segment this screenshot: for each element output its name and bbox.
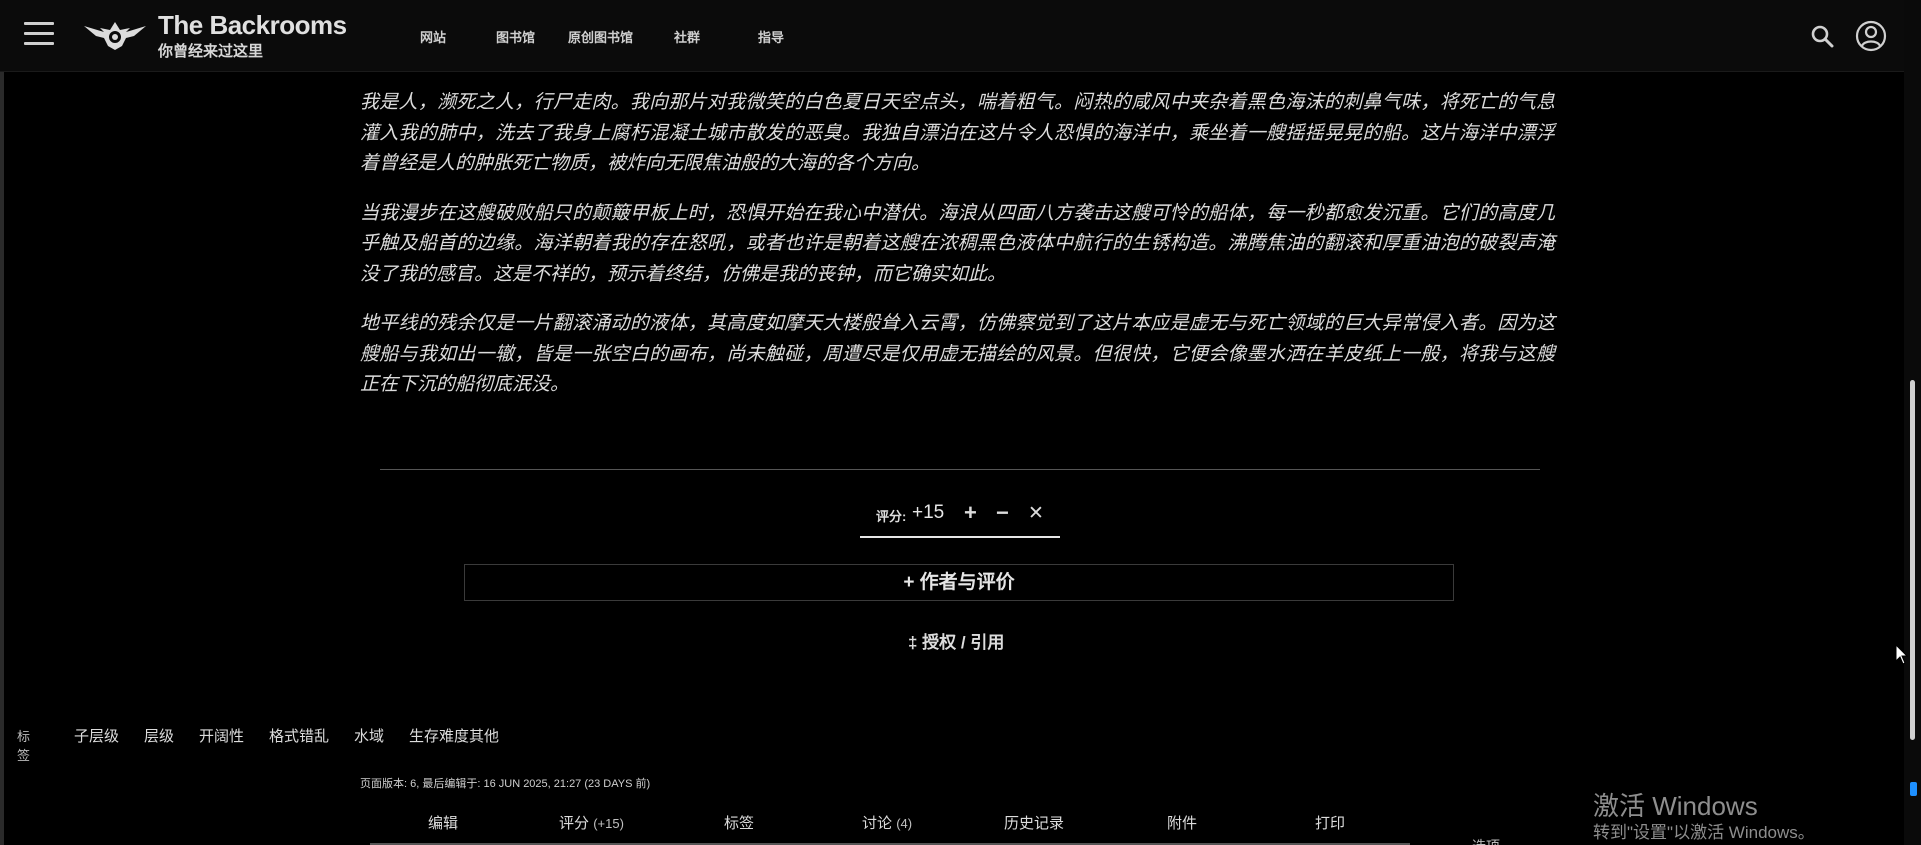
- rating-label: 评分:: [876, 509, 907, 524]
- discuss-button[interactable]: 讨论 (4): [862, 812, 912, 833]
- tag-link[interactable]: 子层级: [74, 725, 119, 746]
- tags-button[interactable]: 标签: [724, 812, 754, 833]
- files-button[interactable]: 附件: [1167, 812, 1197, 833]
- author-rating-toggle[interactable]: + 作者与评价: [464, 564, 1454, 601]
- site-title[interactable]: The Backrooms: [158, 10, 347, 41]
- user-avatar-icon[interactable]: [1855, 20, 1887, 52]
- content-divider: [380, 469, 1540, 470]
- article-paragraph: 地平线的残余仅是一片翻滚涌动的液体，其高度如摩天大楼般耸入云霄，仿佛察觉到了这片…: [360, 313, 1555, 395]
- rate-page-button[interactable]: 评分 (+15): [559, 812, 624, 833]
- site-subtitle: 你曾经来过这里: [158, 43, 264, 60]
- nav-site[interactable]: 网站: [420, 27, 446, 46]
- rate-page-count: (+15): [593, 816, 624, 831]
- scrollbar-thumb[interactable]: [1910, 380, 1915, 740]
- scrollbar-indicator: [1910, 782, 1917, 796]
- tag-link[interactable]: 开阔性: [199, 725, 244, 746]
- activation-watermark-subtitle: 转到"设置"以激活 Windows。: [1593, 823, 1815, 842]
- rate-cancel-button[interactable]: ✕: [1028, 502, 1044, 525]
- edit-button[interactable]: 编辑: [428, 812, 458, 833]
- rate-page-label: 评分: [559, 815, 590, 832]
- tag-link[interactable]: 生存难度其他: [409, 725, 499, 746]
- nav-guide[interactable]: 指导: [758, 27, 784, 46]
- rating-module: 评分: +15 + − ✕: [860, 500, 1060, 538]
- search-icon[interactable]: [1810, 24, 1834, 48]
- discuss-label: 讨论: [862, 815, 893, 832]
- nav-library[interactable]: 图书馆: [496, 27, 535, 46]
- menu-icon[interactable]: [24, 22, 54, 46]
- nav-community[interactable]: 社群: [674, 27, 700, 46]
- page-scrollbar[interactable]: [1904, 0, 1921, 845]
- backrooms-logo-icon[interactable]: [82, 16, 148, 54]
- nav-original-library[interactable]: 原创图书馆: [568, 27, 633, 46]
- tag-link[interactable]: 格式错乱: [269, 725, 329, 746]
- tag-link[interactable]: 层级: [144, 725, 174, 746]
- rate-down-button[interactable]: −: [996, 500, 1009, 526]
- discuss-count: (4): [896, 816, 913, 831]
- tag-link[interactable]: 水域: [354, 725, 384, 746]
- rate-up-button[interactable]: +: [964, 500, 977, 526]
- top-header: The Backrooms 你曾经来过这里 网站 图书馆 原创图书馆 社群 指导: [0, 0, 1904, 72]
- article-paragraph: 当我漫步在这艘破败船只的颠簸甲板上时，恐惧开始在我心中潜伏。海浪从四面八方袭击这…: [360, 202, 1555, 285]
- options-button[interactable]: 选项: [1472, 836, 1500, 845]
- license-toggle[interactable]: ‡ 授权 / 引用: [908, 628, 1004, 653]
- article-body: 我是人，濒死之人，行尸走肉。我向那片对我微笑的白色夏日天空点头，喘着粗气。闷热的…: [360, 88, 1555, 420]
- print-button[interactable]: 打印: [1315, 812, 1345, 833]
- page-revision-info: 页面版本: 6, 最后编辑于: 16 JUN 2025, 21:27 (23 D…: [360, 778, 651, 790]
- rating-score: +15: [912, 502, 945, 523]
- tags-label: 标签: [17, 729, 31, 763]
- history-button[interactable]: 历史记录: [1004, 812, 1064, 833]
- mouse-cursor-icon: [1895, 644, 1909, 665]
- article-paragraph: 我是人，濒死之人，行尸走肉。我向那片对我微笑的白色夏日天空点头，喘着粗气。闷热的…: [360, 92, 1555, 174]
